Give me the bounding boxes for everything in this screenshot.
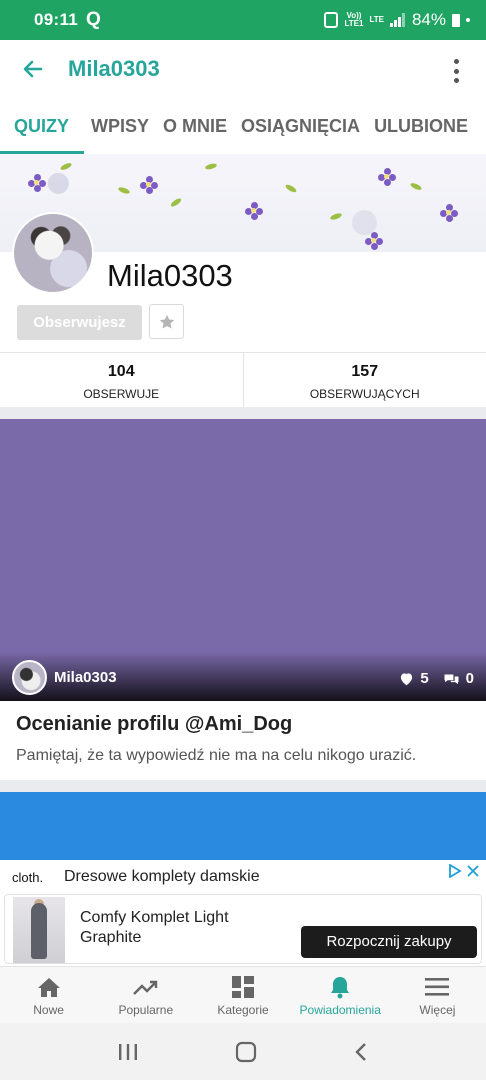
quiz-card-title[interactable]: Ocenianie profilu @Ami_Dog bbox=[16, 713, 292, 736]
battery-percent: 84% bbox=[411, 10, 446, 29]
flower-decoration bbox=[28, 174, 46, 192]
quiz-card-description: Pamiętaj, że ta wypowiedź nie ma na celu… bbox=[16, 747, 417, 764]
profile-avatar[interactable] bbox=[12, 212, 94, 294]
back-button[interactable] bbox=[16, 52, 50, 86]
nav-label: Więcej bbox=[419, 1003, 456, 1017]
card-overlay: Mila0303 5 0 bbox=[0, 651, 486, 701]
trending-icon bbox=[132, 980, 157, 995]
status-time: 09:11 bbox=[34, 10, 79, 29]
bell-icon bbox=[331, 977, 350, 999]
lte-icon: LTE bbox=[369, 15, 384, 24]
card-author-name: Mila0303 bbox=[54, 669, 117, 686]
followers-label: OBSERWUJĄCYCH bbox=[309, 387, 420, 401]
close-icon[interactable] bbox=[466, 864, 480, 878]
quiz-card-image[interactable]: Mila0303 5 0 bbox=[0, 419, 486, 701]
page-title: Mila0303 bbox=[68, 56, 160, 81]
favorite-button[interactable] bbox=[149, 304, 184, 339]
app-notification-icon: Q bbox=[86, 9, 101, 30]
status-bar: 09:11 Q Vo)) LTE1 LTE 84% bbox=[0, 0, 486, 40]
nav-label: Nowe bbox=[33, 1003, 64, 1017]
nav-item-nowe[interactable]: Nowe bbox=[0, 967, 97, 1023]
signal-icon bbox=[389, 13, 405, 27]
follow-button[interactable]: Obserwujesz bbox=[17, 305, 142, 340]
leaf-decoration bbox=[409, 181, 423, 192]
leaf-decoration bbox=[117, 186, 131, 195]
more-options-icon[interactable] bbox=[446, 59, 466, 83]
volte-sim-label: LTE1 bbox=[344, 19, 364, 28]
comments-count: 0 bbox=[465, 670, 474, 687]
tab-o-mnie[interactable]: O MNIE bbox=[156, 98, 234, 154]
card-stats: 5 0 bbox=[399, 670, 474, 687]
flower-decoration bbox=[378, 168, 396, 186]
tab-ulubione[interactable]: ULUBIONE bbox=[367, 98, 475, 154]
nav-label: Powiadomienia bbox=[299, 1003, 381, 1017]
recent-apps-icon[interactable] bbox=[118, 1043, 138, 1061]
back-nav-icon[interactable] bbox=[354, 1042, 368, 1062]
star-icon bbox=[159, 314, 174, 329]
system-navigation-bar bbox=[0, 1023, 486, 1080]
ad-product-image bbox=[13, 897, 65, 963]
nav-label: Kategorie bbox=[217, 1003, 269, 1017]
nav-item-popularne[interactable]: Popularne bbox=[97, 967, 194, 1023]
tab-osiagniecia[interactable]: OSIĄGNIĘCIA bbox=[234, 98, 367, 154]
flower-decoration bbox=[245, 202, 263, 220]
section-divider bbox=[0, 407, 486, 419]
ad-cta-button[interactable]: Rozpocznij zakupy bbox=[301, 926, 477, 958]
leaf-decoration bbox=[169, 197, 183, 208]
tab-wpisy[interactable]: WPISY bbox=[84, 98, 156, 154]
status-icons: Vo)) LTE1 LTE 84% bbox=[324, 10, 470, 30]
adchoices-icon[interactable] bbox=[448, 864, 462, 878]
following-stat[interactable]: 104 OBSERWUJE bbox=[0, 353, 243, 407]
ad-product-title: Comfy Komplet Light Graphite bbox=[80, 909, 229, 946]
card-author-avatar bbox=[12, 660, 47, 695]
profile-name: Mila0303 bbox=[107, 258, 233, 293]
likes-count: 5 bbox=[420, 670, 429, 687]
arrow-left-icon bbox=[23, 60, 43, 78]
nav-item-wiecej[interactable]: Więcej bbox=[389, 967, 486, 1023]
tab-quizy[interactable]: QUIZY bbox=[0, 98, 85, 154]
flower-decoration bbox=[365, 232, 383, 250]
followers-stat[interactable]: 157 OBSERWUJĄCYCH bbox=[242, 353, 486, 407]
next-quiz-card-image[interactable] bbox=[0, 792, 486, 860]
app-bar: Mila0303 bbox=[0, 40, 486, 98]
bottom-navigation: Nowe Popularne Kategorie Powiadomienia W… bbox=[0, 966, 486, 1023]
battery-icon bbox=[452, 13, 460, 27]
nav-item-kategorie[interactable]: Kategorie bbox=[194, 967, 291, 1023]
profile-tabs: QUIZY WPISY O MNIE OSIĄGNIĘCIA ULUBIONE bbox=[0, 98, 486, 154]
nav-label: Popularne bbox=[118, 1003, 174, 1017]
comments-icon bbox=[444, 674, 459, 684]
alarm-icon bbox=[324, 12, 339, 28]
volte-icon: Vo)) LTE1 bbox=[344, 12, 363, 28]
home-button-icon[interactable] bbox=[235, 1041, 257, 1063]
following-count: 104 bbox=[107, 363, 135, 380]
flower-decoration bbox=[140, 176, 158, 194]
flower-decoration bbox=[440, 204, 458, 222]
ad-choices[interactable] bbox=[448, 864, 480, 878]
followers-count: 157 bbox=[351, 363, 379, 380]
menu-icon bbox=[425, 978, 450, 996]
leaf-decoration bbox=[329, 212, 343, 221]
ad-headline[interactable]: Dresowe komplety damskie bbox=[64, 868, 260, 886]
nav-item-powiadomienia[interactable]: Powiadomienia bbox=[292, 967, 389, 1023]
profile-stats: 104 OBSERWUJE 157 OBSERWUJĄCYCH bbox=[0, 352, 486, 407]
grid-icon bbox=[232, 976, 254, 998]
home-icon bbox=[37, 978, 60, 997]
leaf-decoration bbox=[284, 183, 298, 194]
leaf-decoration bbox=[204, 162, 218, 171]
leaf-decoration bbox=[59, 161, 73, 172]
notification-dot-icon bbox=[466, 18, 470, 22]
ad-banner[interactable]: cloth. Dresowe komplety damskie Comfy Ko… bbox=[0, 860, 486, 966]
section-divider bbox=[0, 780, 486, 792]
heart-icon bbox=[401, 672, 413, 685]
following-label: OBSERWUJE bbox=[83, 387, 160, 401]
ad-brand-logo: cloth. bbox=[12, 870, 44, 885]
ad-product-box[interactable]: Comfy Komplet Light Graphite Rozpocznij … bbox=[4, 894, 482, 964]
